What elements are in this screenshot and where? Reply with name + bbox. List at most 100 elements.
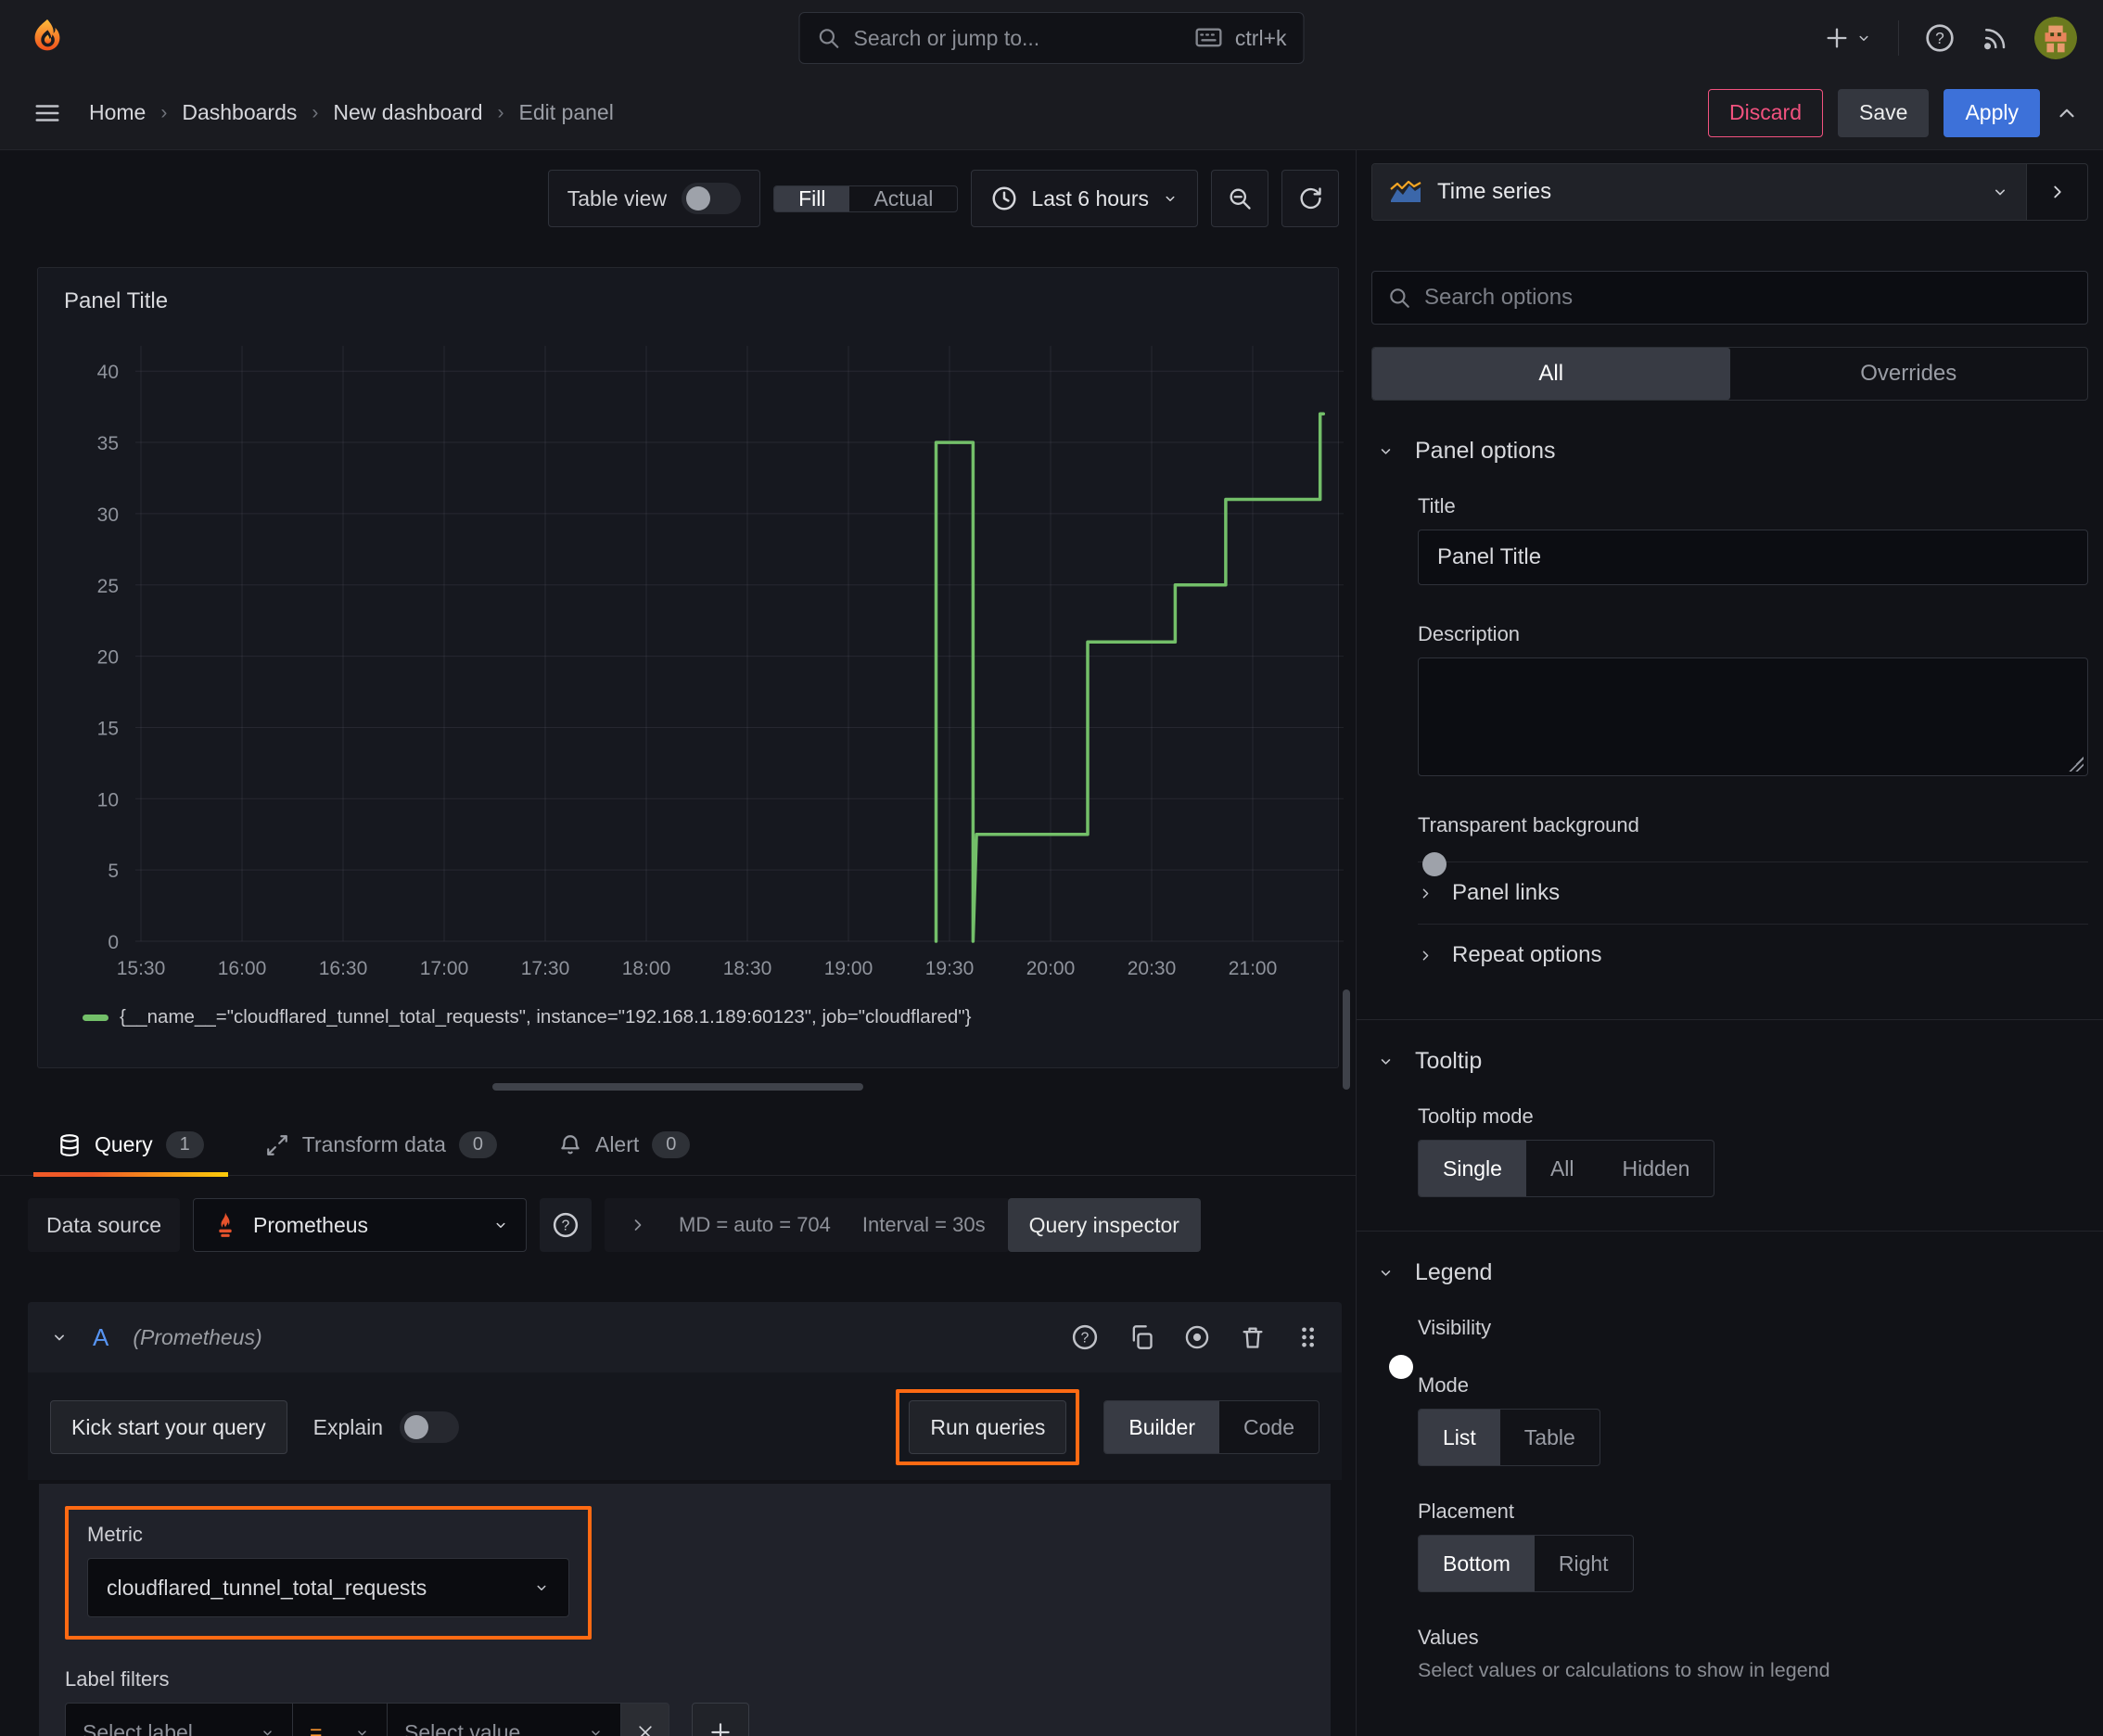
drag-query-handle[interactable] [1295, 1324, 1319, 1350]
kick-start-query-button[interactable]: Kick start your query [50, 1400, 287, 1454]
tab-transform-data[interactable]: Transform data 0 [241, 1118, 521, 1175]
fill-option[interactable]: Fill [774, 185, 850, 211]
breadcrumb-new-dashboard[interactable]: New dashboard [333, 100, 482, 125]
add-filter-button[interactable] [692, 1703, 749, 1736]
tooltip-single-option[interactable]: Single [1419, 1141, 1526, 1196]
query-help-button[interactable]: ? [1071, 1323, 1099, 1351]
query-inspector-button[interactable]: Query inspector [1007, 1198, 1201, 1252]
legend-mode-switch: List Table [1418, 1409, 1600, 1466]
apply-button[interactable]: Apply [1944, 88, 2040, 137]
panel-options-header[interactable]: Panel options [1371, 438, 2088, 465]
zoom-out-button[interactable] [1211, 170, 1268, 227]
time-range-picker[interactable]: Last 6 hours [971, 170, 1198, 227]
panel-links-row[interactable]: Panel links [1418, 862, 2088, 924]
legend-series-label[interactable]: {__name__="cloudflared_tunnel_total_requ… [120, 1006, 971, 1028]
datasource-picker[interactable]: Prometheus [193, 1198, 528, 1252]
legend-right-option[interactable]: Right [1535, 1536, 1633, 1591]
table-view-toggle[interactable] [682, 183, 742, 214]
panel-view-toolbar: Table view Fill Actual Last 6 hours [0, 150, 1356, 239]
svg-text:15:30: 15:30 [117, 958, 166, 979]
duplicate-query-button[interactable] [1128, 1324, 1154, 1350]
description-textarea[interactable] [1418, 657, 2088, 776]
breadcrumb-separator: › [497, 101, 504, 123]
metric-select[interactable]: cloudflared_tunnel_total_requests [87, 1558, 569, 1617]
legend-header[interactable]: Legend [1371, 1259, 2088, 1286]
query-row-header[interactable]: A (Prometheus) ? [28, 1302, 1342, 1372]
clock-icon [992, 186, 1016, 211]
select-label-dropdown[interactable]: Select label [65, 1703, 293, 1736]
builder-code-switch: Builder Code [1103, 1400, 1319, 1454]
legend-title: Legend [1415, 1259, 1493, 1285]
global-search[interactable]: ctrl+k [798, 12, 1305, 64]
resize-grip-icon[interactable] [2069, 757, 2084, 772]
svg-text:20:00: 20:00 [1026, 958, 1076, 979]
delete-query-button[interactable] [1240, 1324, 1266, 1350]
timeseries-chart[interactable]: 0 5 10 15 20 25 30 35 40 15:30 16:00 16:30 17:00 17:3… [55, 318, 1349, 1001]
grafana-logo[interactable] [26, 17, 69, 59]
options-search-input[interactable] [1424, 285, 2072, 311]
datasource-row: Data source Prometheus ? MD = auto = 704… [0, 1176, 1356, 1252]
operator-dropdown[interactable]: = [293, 1703, 388, 1736]
select-value-dropdown[interactable]: Select value [388, 1703, 621, 1736]
help-button[interactable]: ? [1925, 23, 1955, 53]
run-queries-button[interactable]: Run queries [909, 1400, 1067, 1454]
save-button[interactable]: Save [1838, 88, 1930, 137]
query-options-summary[interactable]: MD = auto = 704 Interval = 30s [605, 1198, 1010, 1252]
bell-icon [561, 1134, 580, 1155]
explain-toggle[interactable] [400, 1411, 460, 1443]
tooltip-hidden-option[interactable]: Hidden [1599, 1141, 1714, 1196]
viz-suggestions-button[interactable] [2026, 164, 2087, 220]
vertical-scrollbar[interactable] [1343, 989, 1350, 1090]
options-tab-overrides[interactable]: Overrides [1730, 348, 2088, 400]
discard-button[interactable]: Discard [1708, 88, 1824, 137]
tooltip-all-option[interactable]: All [1526, 1141, 1599, 1196]
options-search[interactable] [1371, 271, 2088, 325]
legend-bottom-option[interactable]: Bottom [1419, 1536, 1535, 1591]
collapse-query-icon[interactable] [50, 1328, 69, 1347]
repeat-options-row[interactable]: Repeat options [1418, 925, 2088, 986]
pane-resize-handle[interactable] [492, 1083, 863, 1091]
news-icon[interactable] [1981, 24, 2008, 52]
legend-series-swatch [83, 1014, 108, 1021]
svg-text:21:00: 21:00 [1229, 958, 1278, 979]
panel-title-input[interactable] [1418, 530, 2088, 585]
refresh-button[interactable] [1281, 170, 1339, 227]
tab-alert[interactable]: Alert 0 [534, 1118, 714, 1175]
legend-visibility-label: Visibility [1418, 1316, 1492, 1339]
new-menu-button[interactable] [1824, 25, 1872, 51]
viz-select[interactable]: Time series [1372, 164, 2026, 220]
timeseries-viz-icon [1390, 180, 1421, 202]
legend-list-option[interactable]: List [1419, 1410, 1500, 1465]
mega-menu-button[interactable] [33, 99, 61, 127]
search-input[interactable] [853, 25, 1183, 51]
interval-value: Interval = 30s [861, 1213, 986, 1236]
options-tab-all[interactable]: All [1372, 348, 1730, 400]
chevron-right-icon [1422, 888, 1429, 898]
hamburger-icon [35, 104, 59, 121]
edit-panel-left-pane: Table view Fill Actual Last 6 hours Pane… [0, 150, 1356, 1736]
transform-icon [266, 1134, 287, 1155]
user-avatar[interactable] [2034, 17, 2077, 59]
breadcrumb-dashboards[interactable]: Dashboards [182, 100, 297, 125]
tab-query[interactable]: Query 1 [33, 1118, 228, 1177]
datasource-help-button[interactable]: ? [540, 1198, 593, 1252]
query-section-tabs: Query 1 Transform data 0 Alert 0 [0, 1091, 1356, 1177]
tooltip-section: Tooltip Tooltip mode Single All Hidden [1371, 1048, 2088, 1197]
svg-text:19:30: 19:30 [925, 958, 975, 979]
tab-query-label: Query [95, 1132, 153, 1156]
chevron-down-icon [1381, 1270, 1391, 1276]
svg-text:19:00: 19:00 [824, 958, 873, 979]
actual-option[interactable]: Actual [849, 186, 957, 211]
remove-filter-button[interactable] [621, 1703, 669, 1736]
breadcrumb-home[interactable]: Home [89, 100, 146, 125]
chevron-down-icon [1166, 196, 1175, 201]
collapse-pane-button[interactable] [2055, 101, 2079, 125]
datasource-label: Data source [28, 1198, 181, 1252]
svg-text:16:00: 16:00 [218, 958, 267, 979]
disable-query-button[interactable] [1184, 1324, 1210, 1350]
legend-table-option[interactable]: Table [1500, 1410, 1600, 1465]
builder-option[interactable]: Builder [1104, 1401, 1220, 1453]
tooltip-header[interactable]: Tooltip [1371, 1048, 2088, 1075]
code-option[interactable]: Code [1219, 1401, 1319, 1453]
legend-values-hint: Select values or calculations to show in… [1418, 1659, 1830, 1681]
